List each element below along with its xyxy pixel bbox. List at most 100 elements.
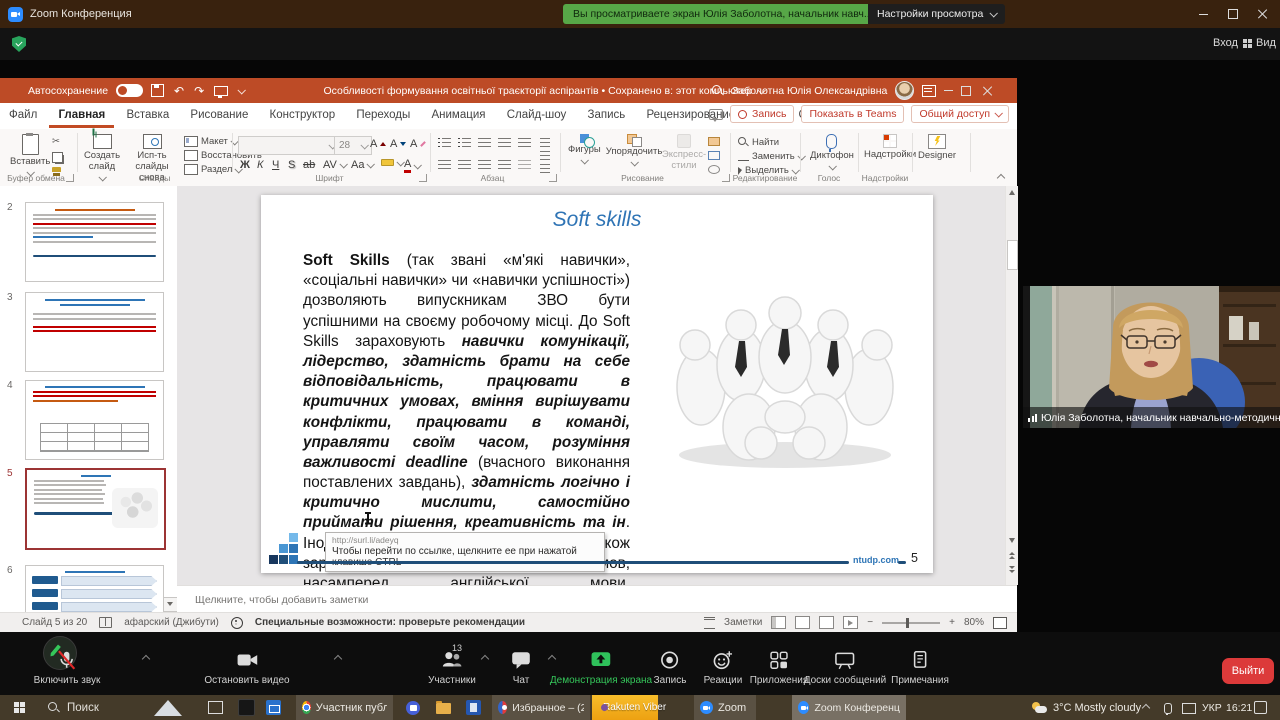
whiteboards-button[interactable]: Доски сообщений <box>804 649 887 686</box>
account-name[interactable]: Заболотна Юлія Олександрівна <box>732 85 887 97</box>
dictate-button[interactable]: Диктофон <box>810 134 854 170</box>
align-center-button[interactable] <box>458 160 471 171</box>
designer-button[interactable]: Designer <box>918 134 956 162</box>
ppt-minimize-icon[interactable] <box>944 90 953 91</box>
format-painter-icon[interactable] <box>52 167 61 172</box>
participants-button[interactable]: 13 Участники <box>428 649 476 686</box>
bullets-button[interactable] <box>438 138 451 149</box>
pinned-app-m[interactable] <box>400 695 426 720</box>
mail-app[interactable] <box>260 695 287 720</box>
slide-title[interactable]: Soft skills <box>261 208 933 232</box>
scrollbar-thumb[interactable] <box>1007 240 1018 270</box>
ppt-close-icon[interactable] <box>983 86 993 96</box>
font-size-combobox[interactable]: 28 <box>334 136 372 155</box>
addins-button[interactable]: Надстройки <box>864 134 916 161</box>
underline-button[interactable]: Ч <box>272 159 279 171</box>
fit-to-window-icon[interactable] <box>993 617 1007 629</box>
text-direction-button[interactable] <box>540 138 550 149</box>
language-indicator[interactable]: афарский (Джибути) <box>124 617 219 628</box>
taskbar-search[interactable]: Поиск <box>42 695 105 720</box>
justify-button[interactable] <box>498 160 511 171</box>
notes-pane[interactable]: Щелкните, чтобы добавить заметки <box>177 585 1017 613</box>
minimize-button[interactable] <box>1188 0 1218 28</box>
character-spacing-button[interactable]: AV <box>323 159 346 171</box>
action-center[interactable] <box>1248 695 1273 720</box>
redo-icon[interactable]: ↷ <box>194 84 204 98</box>
record-meeting-button[interactable]: Запись <box>654 649 687 686</box>
replace-button[interactable]: Заменить <box>738 151 804 162</box>
customize-qat-icon[interactable] <box>238 86 246 94</box>
shape-outline-button[interactable] <box>708 151 720 160</box>
font-name-combobox[interactable] <box>238 136 340 155</box>
task-favorites-window[interactable]: Избранное – (22697) <box>492 695 590 720</box>
tab-record[interactable]: Запись <box>579 103 635 128</box>
view-options-button[interactable]: Настройки просмотра <box>868 4 1005 24</box>
annotations-button[interactable]: Примечания <box>891 649 949 686</box>
chat-button[interactable]: Чат <box>510 649 532 686</box>
italic-button[interactable]: К <box>257 159 263 171</box>
reading-view-button[interactable] <box>819 616 834 629</box>
font-color-button[interactable]: А <box>404 159 420 173</box>
record-button[interactable]: Запись <box>730 105 794 123</box>
unmute-button[interactable]: Включить звук <box>34 649 101 686</box>
zoom-in-button[interactable]: + <box>949 617 955 628</box>
thumbnail-slide-2[interactable] <box>25 202 164 282</box>
autosave-toggle[interactable] <box>116 84 143 97</box>
stop-video-button[interactable]: Остановить видео <box>204 649 289 686</box>
drawing-dialog-launcher[interactable] <box>722 174 730 182</box>
tray-mic[interactable] <box>1158 695 1178 720</box>
thumbnail-slide-6[interactable] <box>25 565 164 612</box>
task-zoom-meeting-window[interactable]: Zoom Конференция <box>792 695 906 720</box>
tab-transitions[interactable]: Переходы <box>347 103 419 128</box>
arrange-button[interactable]: Упорядочить <box>608 134 660 166</box>
copy-icon[interactable] <box>52 152 63 163</box>
collapse-ribbon-icon[interactable] <box>997 174 1005 182</box>
pinned-app-dark[interactable] <box>232 695 261 720</box>
start-button[interactable] <box>8 695 31 720</box>
previous-slide-icon[interactable] <box>1008 552 1016 558</box>
clipboard-dialog-launcher[interactable] <box>66 174 74 182</box>
ppt-restore-icon[interactable] <box>961 86 971 96</box>
present-in-teams-button[interactable]: Показать в Teams <box>801 105 904 123</box>
bold-button[interactable]: Ж <box>240 159 250 171</box>
clear-formatting-button[interactable]: A <box>410 138 426 150</box>
thumbnail-slide-4[interactable] <box>25 380 164 460</box>
increase-indent-button[interactable] <box>498 138 511 149</box>
tab-insert[interactable]: Вставка <box>117 103 178 128</box>
view-button[interactable]: Вид <box>1243 37 1276 49</box>
tab-home[interactable]: Главная <box>49 103 114 128</box>
line-spacing-button[interactable] <box>518 138 531 149</box>
text-shadow-button[interactable]: S <box>288 159 295 171</box>
align-left-button[interactable] <box>438 160 451 171</box>
participants-options-chevron[interactable] <box>481 655 489 663</box>
editor-scrollbar[interactable] <box>1005 186 1018 585</box>
columns-button[interactable] <box>518 160 531 171</box>
scroll-up-icon[interactable] <box>1009 190 1015 195</box>
quick-styles-button[interactable]: Экспресс-стили <box>662 134 706 172</box>
tab-draw[interactable]: Рисование <box>181 103 257 128</box>
participant-video-tile[interactable]: Юлія Заболотна, начальник навчально-мето… <box>1023 286 1280 428</box>
zoom-percentage[interactable]: 80% <box>964 617 984 628</box>
next-slide-icon[interactable] <box>1008 566 1016 572</box>
comments-icon[interactable] <box>709 109 723 120</box>
start-presentation-icon[interactable] <box>214 86 228 96</box>
tab-design[interactable]: Конструктор <box>261 103 345 128</box>
weather-tray[interactable]: 3°C Mostly cloudy <box>1026 695 1147 720</box>
zoom-slider[interactable] <box>882 622 940 624</box>
font-dialog-launcher[interactable] <box>419 174 427 182</box>
thumbnail-slide-5-selected[interactable] <box>25 468 166 550</box>
share-screen-button[interactable]: Демонстрация экрана <box>550 649 652 686</box>
tab-file[interactable]: Файл <box>0 103 46 128</box>
task-zoom-window[interactable]: Zoom <box>694 695 756 720</box>
maximize-button[interactable] <box>1218 0 1248 28</box>
video-options-chevron[interactable] <box>334 655 342 663</box>
spellcheck-icon[interactable] <box>99 617 112 628</box>
ribbon-display-icon[interactable] <box>922 85 936 97</box>
reactions-button[interactable]: Реакции <box>704 649 743 686</box>
find-button[interactable]: Найти <box>738 137 779 148</box>
shapes-button[interactable]: Фигуры <box>568 134 601 164</box>
thumbnail-slide-3[interactable] <box>25 292 164 372</box>
paragraph-dialog-launcher[interactable] <box>549 174 557 182</box>
align-text-button[interactable] <box>540 151 550 162</box>
thumbnail-scroll-down-button[interactable] <box>163 597 178 612</box>
